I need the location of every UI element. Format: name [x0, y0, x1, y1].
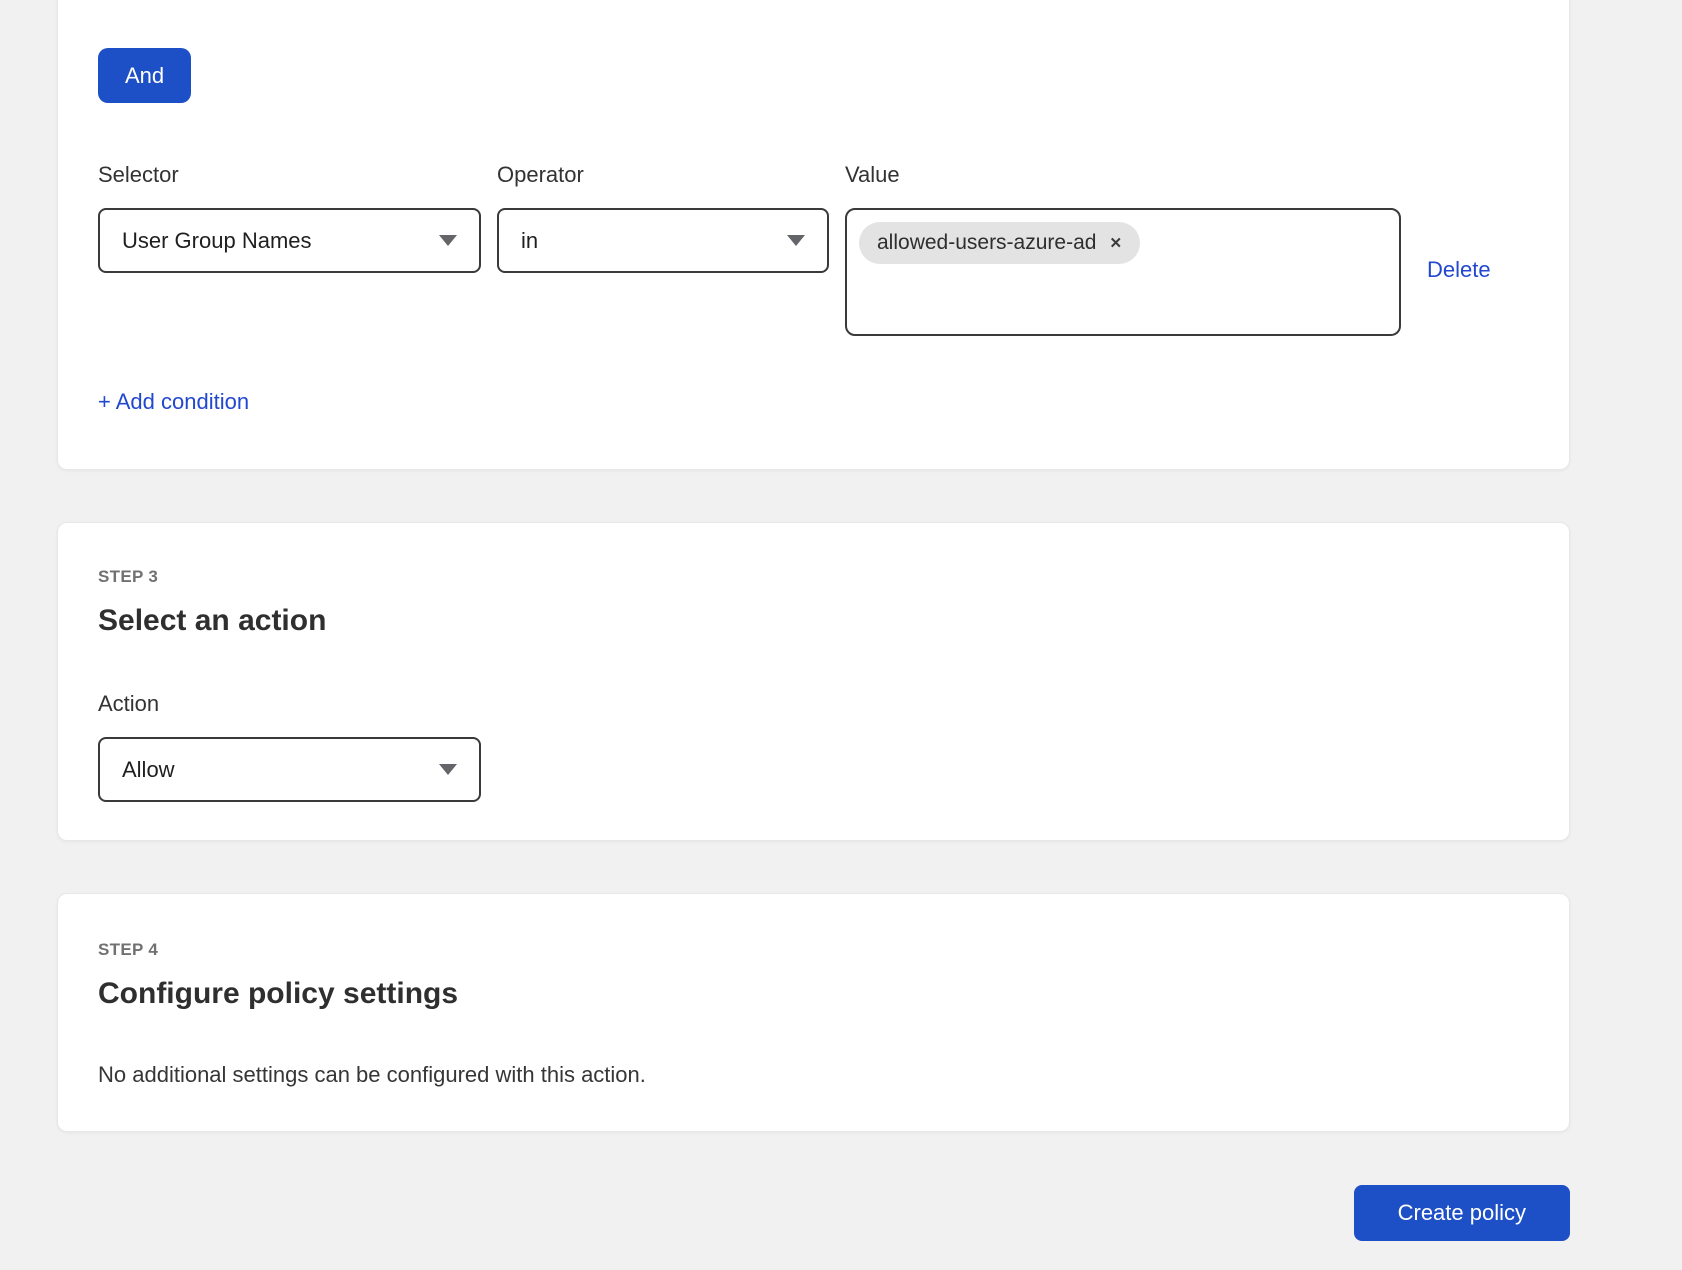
- condition-card: And Selector User Group Names Operator i…: [57, 0, 1570, 470]
- policy-settings-note: No additional settings can be configured…: [98, 1063, 1529, 1087]
- value-multiselect-input[interactable]: allowed-users-azure-ad ✕: [845, 208, 1401, 336]
- step3-label: STEP 3: [98, 567, 1529, 587]
- add-condition-wrap: + Add condition: [98, 389, 1529, 415]
- policy-settings-card: STEP 4 Configure policy settings No addi…: [57, 893, 1570, 1132]
- select-action-card: STEP 3 Select an action Action Allow: [57, 522, 1570, 841]
- selector-field: Selector User Group Names: [98, 163, 481, 273]
- chevron-down-icon: [439, 235, 457, 246]
- delete-condition-link[interactable]: Delete: [1427, 257, 1491, 282]
- action-dropdown[interactable]: Allow: [98, 737, 481, 802]
- operator-dropdown[interactable]: in: [497, 208, 829, 273]
- selector-dropdown[interactable]: User Group Names: [98, 208, 481, 273]
- value-tag-text: allowed-users-azure-ad: [877, 231, 1096, 255]
- value-label: Value: [845, 163, 1401, 187]
- chevron-down-icon: [787, 235, 805, 246]
- tag-remove-icon[interactable]: ✕: [1109, 236, 1122, 251]
- add-condition-link[interactable]: + Add condition: [98, 389, 249, 414]
- action-field: Action Allow: [98, 692, 1529, 802]
- selector-label: Selector: [98, 163, 481, 187]
- action-label: Action: [98, 692, 1529, 716]
- and-connector-button[interactable]: And: [98, 48, 191, 103]
- policy-builder-page: And Selector User Group Names Operator i…: [0, 0, 1570, 1241]
- select-action-title: Select an action: [98, 606, 1529, 636]
- chevron-down-icon: [439, 764, 457, 775]
- value-field: Value allowed-users-azure-ad ✕: [845, 163, 1401, 336]
- policy-settings-title: Configure policy settings: [98, 979, 1529, 1009]
- condition-row: Selector User Group Names Operator in Va…: [98, 163, 1529, 336]
- operator-dropdown-value: in: [521, 228, 538, 254]
- operator-label: Operator: [497, 163, 829, 187]
- step4-label: STEP 4: [98, 940, 1529, 960]
- operator-field: Operator in: [497, 163, 829, 273]
- selector-dropdown-value: User Group Names: [122, 228, 312, 254]
- action-dropdown-value: Allow: [122, 757, 175, 783]
- create-policy-button[interactable]: Create policy: [1354, 1185, 1570, 1241]
- delete-link-wrap: Delete: [1427, 257, 1491, 283]
- footer-actions: Create policy: [57, 1185, 1570, 1241]
- value-tag: allowed-users-azure-ad ✕: [859, 222, 1140, 264]
